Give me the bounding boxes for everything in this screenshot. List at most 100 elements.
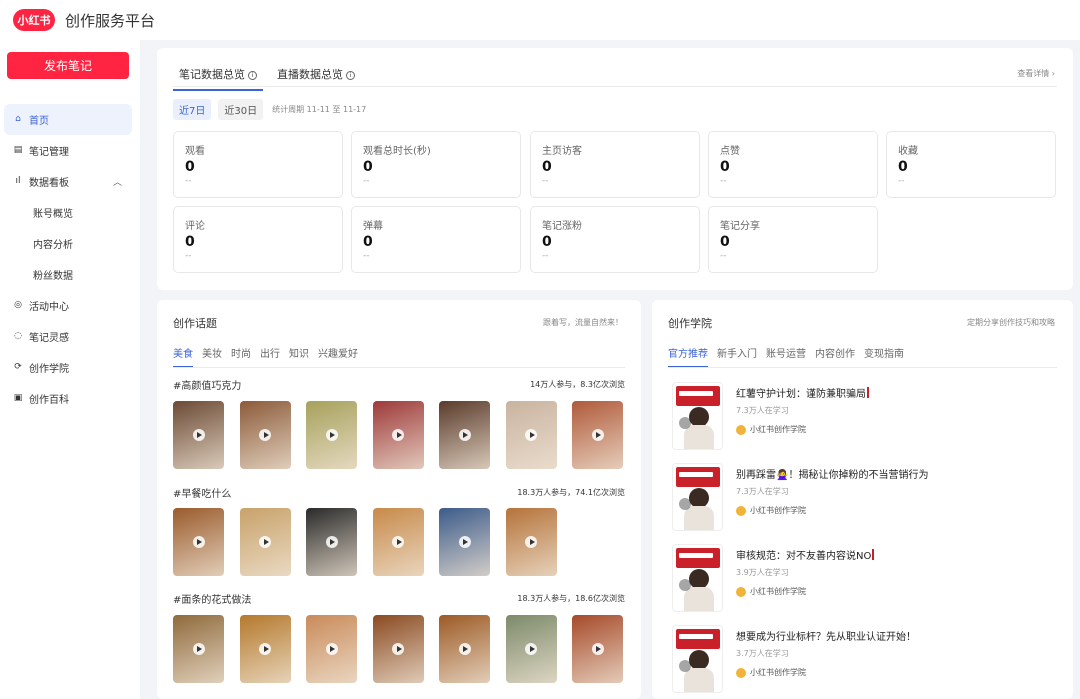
topic-thumbnail[interactable] xyxy=(173,615,224,683)
chevron-up-icon[interactable]: ︿ xyxy=(113,175,122,188)
topic-thumbnail[interactable] xyxy=(439,508,490,576)
topic-tabs: 美食 美妆 时尚 出行 知识 兴趣爱好 xyxy=(173,345,367,368)
tab-official-picks[interactable]: 官方推荐 xyxy=(668,345,708,368)
sidebar-item-creator-academy[interactable]: ⟳ 创作学院 xyxy=(4,352,132,383)
topic-name[interactable]: #早餐吃什么 xyxy=(173,485,231,500)
tab-account-ops[interactable]: 账号运营 xyxy=(766,345,806,368)
metric-delta: -- xyxy=(720,251,727,261)
course-learners: 3.9万人在学习 xyxy=(736,568,789,577)
topic-header[interactable]: #早餐吃什么 18.3万人参与，74.1亿次浏览 xyxy=(173,485,625,500)
sidebar-item-label: 账号概览 xyxy=(33,209,73,220)
tab-travel[interactable]: 出行 xyxy=(260,345,280,368)
sidebar-item-label: 内容分析 xyxy=(33,240,73,251)
topic-thumbnail[interactable] xyxy=(372,401,424,469)
metric-delta: -- xyxy=(720,176,727,186)
card-title: 创作学院 xyxy=(668,317,712,330)
info-icon[interactable]: i xyxy=(346,71,355,80)
topic-name[interactable]: #高颜值巧克力 xyxy=(173,377,241,392)
sidebar-item-data-board[interactable]: ıl 数据看板 ︿ xyxy=(4,166,132,197)
course-title[interactable]: 红薯守护计划：谨防兼职骗局 xyxy=(736,385,869,400)
course-thumbnail[interactable] xyxy=(672,544,723,612)
topic-thumbnail[interactable] xyxy=(306,508,357,576)
tab-knowledge[interactable]: 知识 xyxy=(289,345,309,368)
course-title[interactable]: 想要成为行业标杆？先从职业认证开始！ xyxy=(736,628,916,643)
course-item[interactable]: 红薯守护计划：谨防兼职骗局 7.3万人在学习 小红书创作学院 xyxy=(672,382,1052,450)
sidebar-item-home[interactable]: ⌂ 首页 xyxy=(4,104,132,135)
topic-thumbnail[interactable] xyxy=(306,401,357,469)
topic-header[interactable]: #面条的花式做法 18.3万人参与，18.6亿次浏览 xyxy=(173,591,625,606)
metric-label: 评论 xyxy=(185,221,205,232)
metric-value: 0 xyxy=(363,159,373,175)
course-thumbnail[interactable] xyxy=(672,382,723,450)
tab-note-data[interactable]: 笔记数据总览 i xyxy=(173,66,263,91)
play-icon xyxy=(525,536,537,548)
tab-content-creation[interactable]: 内容创作 xyxy=(815,345,855,368)
sidebar-item-label: 创作学院 xyxy=(29,364,69,375)
metric-value: 0 xyxy=(720,234,730,250)
divider xyxy=(173,367,625,368)
tab-food[interactable]: 美食 xyxy=(173,345,193,368)
range-30-days-button[interactable]: 近30日 xyxy=(218,99,264,120)
tab-monetization[interactable]: 变现指南 xyxy=(864,345,904,368)
topic-thumbnail[interactable] xyxy=(505,401,557,469)
course-title[interactable]: 审核规范：对不友善内容说NO xyxy=(736,547,875,562)
range-7-days-button[interactable]: 近7日 xyxy=(173,99,212,120)
sidebar-item-account-overview[interactable]: 账号概览 xyxy=(4,197,132,228)
metric-delta: -- xyxy=(185,251,192,261)
topic-thumbnail[interactable] xyxy=(239,615,291,683)
tab-beauty[interactable]: 美妆 xyxy=(202,345,222,368)
metric-delta: -- xyxy=(185,176,192,186)
topic-thumbnail[interactable] xyxy=(505,508,557,576)
sidebar-item-content-analysis[interactable]: 内容分析 xyxy=(4,228,132,259)
course-thumbnail[interactable] xyxy=(672,463,723,531)
topic-thumbnail[interactable] xyxy=(439,401,490,469)
publish-note-button[interactable]: 发布笔记 xyxy=(7,52,129,79)
metric-label: 弹幕 xyxy=(363,221,383,232)
topic-thumbnail[interactable] xyxy=(239,508,291,576)
tab-hobbies[interactable]: 兴趣爱好 xyxy=(318,345,358,368)
info-icon[interactable]: i xyxy=(248,71,257,80)
sidebar-item-creator-wiki[interactable]: ▣ 创作百科 xyxy=(4,383,132,414)
topic-thumbnail[interactable] xyxy=(439,615,490,683)
topic-thumbnail[interactable] xyxy=(572,615,623,683)
topic-header[interactable]: #高颜值巧克力 14万人参与，8.3亿次浏览 xyxy=(173,377,625,392)
topic-stats: 18.3万人参与，18.6亿次浏览 xyxy=(517,594,625,603)
play-icon xyxy=(259,429,271,441)
topic-thumbnail[interactable] xyxy=(572,401,623,469)
sidebar: 发布笔记 ⌂ 首页 ▤ 笔记管理 ıl 数据看板 ︿ 账号概览 内容分析 粉丝数… xyxy=(0,40,140,699)
sidebar-item-note-management[interactable]: ▤ 笔记管理 xyxy=(4,135,132,166)
course-learners: 3.7万人在学习 xyxy=(736,649,789,658)
topic-name[interactable]: #面条的花式做法 xyxy=(173,591,251,606)
tab-fashion[interactable]: 时尚 xyxy=(231,345,251,368)
home-icon: ⌂ xyxy=(15,114,21,124)
topic-thumbnail[interactable] xyxy=(372,615,424,683)
topic-thumbnail[interactable] xyxy=(239,401,291,469)
topic-thumbnail[interactable] xyxy=(173,508,224,576)
sidebar-item-note-inspiration[interactable]: ◌ 笔记灵感 xyxy=(4,321,132,352)
view-details-link[interactable]: 查看详情 › xyxy=(1017,68,1055,79)
course-title[interactable]: 别再踩雷🙅‍♀️！揭秘让你掉粉的不当营销行为 xyxy=(736,466,928,481)
play-icon xyxy=(259,536,271,548)
topic-thumbnails xyxy=(173,615,639,683)
note-icon: ▤ xyxy=(13,145,23,155)
date-range-selector: 近7日 近30日 统计周期 11-11 至 11-17 xyxy=(173,99,366,120)
logo[interactable]: 小红书 xyxy=(13,9,55,31)
topic-thumbnail[interactable] xyxy=(372,508,424,576)
tab-label: 直播数据总览 xyxy=(277,68,343,81)
topic-thumbnail[interactable] xyxy=(505,615,557,683)
course-item[interactable]: 审核规范：对不友善内容说NO 3.9万人在学习 小红书创作学院 xyxy=(672,544,1052,612)
play-icon xyxy=(392,643,404,655)
topic-thumbnail[interactable] xyxy=(306,615,357,683)
bulb-icon: ◌ xyxy=(14,331,22,341)
topic-thumbnail[interactable] xyxy=(173,401,224,469)
course-item[interactable]: 别再踩雷🙅‍♀️！揭秘让你掉粉的不当营销行为 7.3万人在学习 小红书创作学院 xyxy=(672,463,1052,531)
tab-live-data[interactable]: 直播数据总览 i xyxy=(271,66,361,91)
play-icon xyxy=(192,643,205,655)
course-item[interactable]: 想要成为行业标杆？先从职业认证开始！ 3.7万人在学习 小红书创作学院 xyxy=(672,625,1052,693)
tab-beginner[interactable]: 新手入门 xyxy=(717,345,757,368)
play-icon xyxy=(525,643,537,655)
sidebar-nav: ⌂ 首页 ▤ 笔记管理 ıl 数据看板 ︿ 账号概览 内容分析 粉丝数据 ◎ 活… xyxy=(4,104,132,414)
sidebar-item-activity-center[interactable]: ◎ 活动中心 xyxy=(4,290,132,321)
sidebar-item-fan-data[interactable]: 粉丝数据 xyxy=(4,259,132,290)
course-thumbnail[interactable] xyxy=(672,625,723,693)
